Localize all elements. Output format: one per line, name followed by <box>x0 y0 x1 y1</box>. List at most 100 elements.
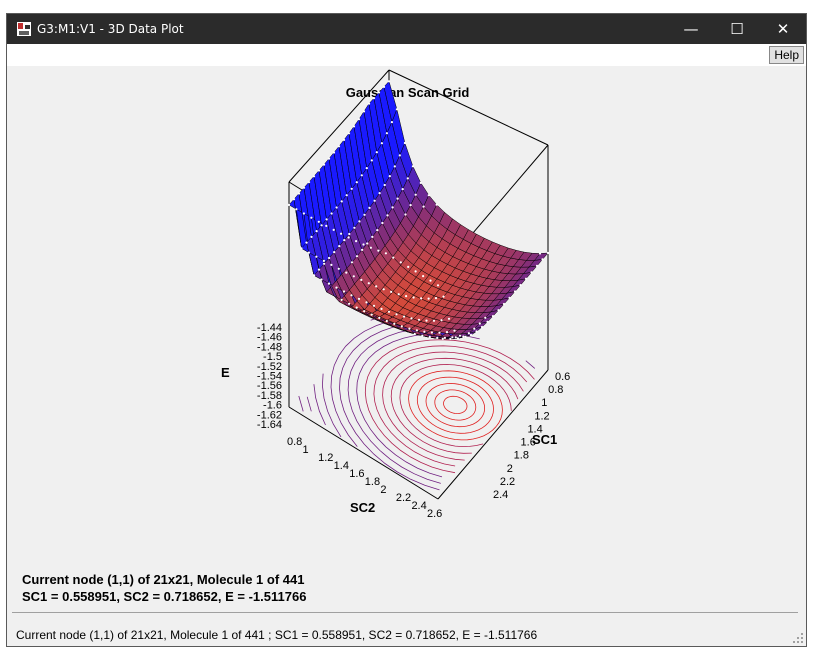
contour-line <box>356 333 536 478</box>
sc2-tick-label: 1 <box>303 444 309 456</box>
grid-node-dot <box>348 232 351 236</box>
grid-node-dot <box>392 256 395 259</box>
grid-node-dot <box>350 294 353 297</box>
grid-node-dot <box>429 279 432 282</box>
sc2-tick-label: 2 <box>380 484 386 496</box>
grid-node-dot <box>377 91 381 94</box>
grid-node-dot <box>519 284 522 287</box>
grid-node-dot <box>368 206 371 209</box>
grid-node-dot <box>345 271 348 274</box>
grid-node-dot <box>355 306 358 309</box>
grid-node-dot <box>369 246 372 249</box>
resize-grip-icon[interactable] <box>792 632 804 644</box>
grid-node-dot <box>467 332 470 335</box>
grid-node-dot <box>405 295 408 298</box>
grid-node-dot <box>333 251 336 254</box>
status-separator <box>12 612 798 613</box>
grid-node-dot <box>383 183 386 187</box>
grid-node-dot <box>440 319 443 322</box>
grid-node-dot <box>320 278 323 281</box>
grid-node-dot <box>310 235 313 238</box>
grid-node-dot <box>475 330 478 333</box>
grid-node-dot <box>340 298 343 301</box>
grid-node-dot <box>332 228 335 231</box>
grid-node-dot <box>305 241 308 244</box>
grid-node-dot <box>295 208 298 211</box>
contour-line <box>373 345 528 467</box>
sc1-tick-label: 0.8 <box>548 384 563 396</box>
grid-node-dot <box>420 297 423 300</box>
grid-node-dot <box>538 252 542 255</box>
sc1-axis-title: SC1 <box>532 432 557 447</box>
grid-node-dot <box>449 337 452 340</box>
grid-node-dot <box>375 151 378 154</box>
grid-node-dot <box>342 138 346 141</box>
grid-node-dot <box>395 108 398 111</box>
grid-node-dot <box>345 194 348 197</box>
grid-node-dot <box>380 142 383 145</box>
grid-node-dot <box>315 230 318 233</box>
sc2-tick-label: 1.8 <box>365 476 380 488</box>
grid-node-dot <box>366 242 369 245</box>
grid-node-dot <box>406 177 409 180</box>
grid-node-dot <box>484 316 487 319</box>
grid-node-dot <box>342 290 346 293</box>
grid-node-dot <box>486 320 489 323</box>
grid-node-dot <box>408 327 411 330</box>
grid-node-dot <box>352 125 356 128</box>
grid-node-dot <box>419 181 422 184</box>
grid-node-dot <box>469 333 473 337</box>
grid-node-dot <box>403 141 406 145</box>
contour-line <box>416 376 494 434</box>
grid-node-dot <box>454 336 457 339</box>
grid-node-dot <box>355 255 359 258</box>
grid-node-dot <box>400 325 403 328</box>
grid-node-dot <box>350 187 353 190</box>
grid-node-dot <box>373 199 376 202</box>
grid-node-dot <box>414 270 417 273</box>
grid-node-dot <box>322 163 326 166</box>
grid-node-dot <box>367 282 370 285</box>
grid-node-dot <box>393 165 396 168</box>
grid-node-dot <box>307 181 311 184</box>
grid-node-dot <box>387 310 391 313</box>
grid-node-dot <box>443 336 446 339</box>
grid-node-dot <box>427 194 430 197</box>
grid-node-dot <box>360 278 363 281</box>
box-edge <box>288 406 439 500</box>
grid-node-dot <box>438 331 441 334</box>
grid-node-dot <box>297 192 301 195</box>
grid-node-dot <box>541 258 544 261</box>
sc1-tick-label: 2.4 <box>493 489 508 501</box>
grid-node-dot <box>382 85 386 88</box>
grid-node-dot <box>312 274 316 277</box>
grid-node-dot <box>335 206 338 209</box>
grid-node-dot <box>462 335 465 338</box>
grid-node-dot <box>473 327 476 330</box>
sc1-tick-label: 2 <box>507 463 513 475</box>
grid-node-dot <box>317 268 321 271</box>
grid-node-dot <box>390 290 393 293</box>
grid-node-dot <box>423 330 426 333</box>
surface-plot[interactable]: -1.44-1.46-1.48-1.5-1.52-1.54-1.56-1.58-… <box>7 14 807 574</box>
sc2-tick-label: 2.4 <box>411 500 426 512</box>
grid-node-dot <box>358 220 361 223</box>
plot-window: G3:M1:V1 - 3D Data Plot — ☐ ✕ Help Gauss… <box>6 13 807 647</box>
grid-node-dot <box>497 309 500 312</box>
grid-node-dot <box>412 296 415 299</box>
grid-node-dot <box>327 282 331 285</box>
grid-node-dot <box>384 252 387 255</box>
grid-node-dot <box>357 297 361 300</box>
grid-node-dot <box>337 145 341 148</box>
grid-node-dot <box>390 121 393 124</box>
grid-node-dot <box>361 248 364 251</box>
grid-node-dot <box>447 317 451 320</box>
grid-node-dot <box>365 167 368 170</box>
grid-node-dot <box>378 316 381 319</box>
grid-node-dot <box>401 188 404 191</box>
grid-node-dot <box>436 284 440 287</box>
contour-line <box>443 395 468 415</box>
grid-node-dot <box>355 240 358 243</box>
grid-node-dot <box>456 337 459 340</box>
grid-node-dot <box>445 331 449 334</box>
